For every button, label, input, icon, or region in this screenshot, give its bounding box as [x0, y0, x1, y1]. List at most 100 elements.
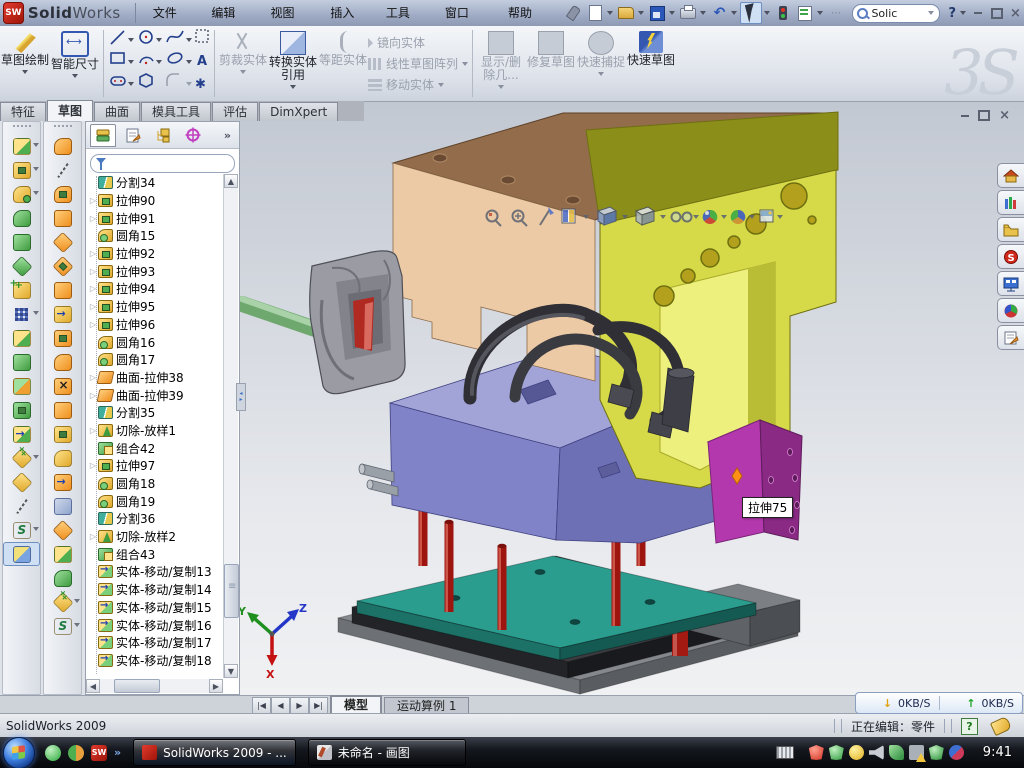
tree-horizontal-scrollbar[interactable]: ◀ ▶: [86, 679, 223, 693]
panel-splitter[interactable]: ◂▸: [236, 383, 246, 411]
tree-vertical-scrollbar[interactable]: ▲ ▼: [223, 174, 238, 678]
ribbon-tab[interactable]: DimXpert: [259, 102, 338, 121]
toolbar-button[interactable]: [44, 374, 81, 398]
toolbar-button[interactable]: [3, 326, 40, 350]
toolbar-button[interactable]: [3, 278, 40, 302]
toolbar-button[interactable]: [44, 614, 81, 638]
toolbar-button[interactable]: [3, 494, 40, 518]
slot-icon[interactable]: [111, 77, 125, 85]
menu-item[interactable]: 插入(I): [319, 0, 375, 26]
toolbar-button[interactable]: [44, 470, 81, 494]
start-button[interactable]: [3, 737, 35, 768]
tree-item[interactable]: ▷ 拉伸91: [88, 209, 225, 227]
tab-motion-study[interactable]: 运动算例 1: [384, 697, 469, 714]
design-library-tab-icon[interactable]: [997, 190, 1024, 215]
tree-item[interactable]: ▷ 拉伸95: [88, 298, 225, 316]
scroll-up-icon[interactable]: ▲: [224, 174, 238, 188]
tree-item[interactable]: 实体-移动/复制17: [88, 634, 225, 652]
toolbar-button[interactable]: [44, 206, 81, 230]
toolbar-button[interactable]: [3, 182, 40, 206]
toolbar-button[interactable]: [44, 254, 81, 278]
doc-restore-icon[interactable]: [978, 110, 990, 121]
graphics-viewport[interactable]: Y Z X: [240, 101, 1024, 695]
ribbon-tab[interactable]: 评估: [212, 102, 258, 121]
taskbar-window-button[interactable]: 未命名 - 画图: [308, 739, 466, 766]
tree-item[interactable]: ▷ 拉伸93: [88, 262, 225, 280]
tree-item[interactable]: 实体-移动/复制13: [88, 563, 225, 581]
menu-item[interactable]: 编辑(E): [200, 0, 259, 26]
toolbar-button[interactable]: [3, 350, 40, 374]
tree-item[interactable]: 圆角19: [88, 492, 225, 510]
quick-tips-icon[interactable]: ?: [961, 718, 978, 735]
doc-close-icon[interactable]: ×: [999, 109, 1010, 122]
tray-icon-4[interactable]: [869, 745, 884, 760]
smart-dimension-button[interactable]: 智能尺寸: [50, 26, 100, 101]
tree-item[interactable]: ▷ 切除-放样1: [88, 422, 225, 440]
tray-icon-1[interactable]: [809, 745, 824, 760]
trim-entities-button[interactable]: 剪裁实体: [218, 26, 268, 101]
propertymanager-tab-icon[interactable]: [120, 124, 146, 147]
quick-launch-overflow-icon[interactable]: »: [114, 746, 121, 759]
ribbon-tab[interactable]: 模具工具: [141, 102, 211, 121]
quick-snaps-button[interactable]: 快速捕捉: [576, 26, 626, 101]
appearances-tab-icon[interactable]: [997, 298, 1024, 323]
toolbar-button[interactable]: [44, 350, 81, 374]
tree-item[interactable]: 组合42: [88, 439, 225, 457]
toolbar-button[interactable]: [44, 446, 81, 470]
line-icon[interactable]: [111, 31, 124, 44]
filter-input[interactable]: [90, 154, 235, 173]
tree-item[interactable]: ▷ 拉伸92: [88, 245, 225, 263]
tree-item[interactable]: 实体-移动/复制16: [88, 616, 225, 634]
toolbar-button[interactable]: [44, 542, 81, 566]
undo-icon[interactable]: ↶: [709, 3, 729, 23]
toolbar-button[interactable]: [44, 494, 81, 518]
hscroll-thumb[interactable]: [114, 679, 160, 693]
tree-item[interactable]: 实体-移动/复制18: [88, 652, 225, 670]
toolbar-button[interactable]: [3, 254, 40, 278]
toolbar-button[interactable]: [3, 422, 40, 446]
more-tools-icon[interactable]: ⋯: [826, 3, 846, 23]
tree-item[interactable]: 圆角17: [88, 351, 225, 369]
toolbar-button[interactable]: [3, 158, 40, 182]
tree-item[interactable]: 分割36: [88, 510, 225, 528]
toolbar-button[interactable]: [3, 470, 40, 494]
tab-nav-icon[interactable]: ▶: [290, 697, 309, 714]
custom-properties-tab-icon[interactable]: [997, 325, 1024, 350]
tree-item[interactable]: 实体-移动/复制15: [88, 599, 225, 617]
menu-item[interactable]: 工具(T): [375, 0, 434, 26]
toolbar-button[interactable]: [44, 566, 81, 590]
tray-icon-7[interactable]: [929, 745, 944, 760]
search-input[interactable]: Solic: [871, 7, 928, 20]
toolbar-button[interactable]: [44, 230, 81, 254]
toolbar-button[interactable]: [3, 206, 40, 230]
menu-item[interactable]: 帮助(H): [497, 0, 558, 26]
search-box[interactable]: Solic: [852, 4, 940, 23]
toolbar-button[interactable]: [44, 326, 81, 350]
toolbar-button[interactable]: [3, 230, 40, 254]
toolbar-button[interactable]: [3, 398, 40, 422]
select-box-icon[interactable]: [196, 30, 208, 42]
toolbar-button[interactable]: [44, 398, 81, 422]
scroll-left-icon[interactable]: ◀: [86, 679, 100, 693]
toolbar-button[interactable]: [44, 518, 81, 542]
point-icon[interactable]: ✱: [195, 77, 206, 92]
convert-entities-button[interactable]: 转换实体引用: [268, 26, 318, 101]
ribbon-tab[interactable]: 曲面: [94, 102, 140, 121]
tray-icon-3[interactable]: [849, 745, 864, 760]
toolbar-button[interactable]: [44, 422, 81, 446]
menu-item[interactable]: 视图(V): [260, 0, 320, 26]
tree-item[interactable]: 分割34: [88, 174, 225, 192]
ribbon-tab[interactable]: 草图: [47, 100, 93, 121]
scroll-down-icon[interactable]: ▼: [224, 664, 238, 678]
tray-icon-2[interactable]: [829, 745, 844, 760]
ellipse-icon[interactable]: [167, 51, 183, 64]
help-icon[interactable]: ?: [948, 6, 956, 21]
toolbar-button[interactable]: [44, 182, 81, 206]
tree-item[interactable]: 圆角18: [88, 475, 225, 493]
tree-item[interactable]: 圆角16: [88, 333, 225, 351]
panel-expand-icon[interactable]: »: [224, 129, 231, 142]
quick-launch-icon-1[interactable]: [45, 745, 61, 761]
tree-item[interactable]: ▷ 拉伸96: [88, 316, 225, 334]
tree-item[interactable]: 分割35: [88, 404, 225, 422]
ribbon-tab[interactable]: 特征: [0, 102, 46, 121]
